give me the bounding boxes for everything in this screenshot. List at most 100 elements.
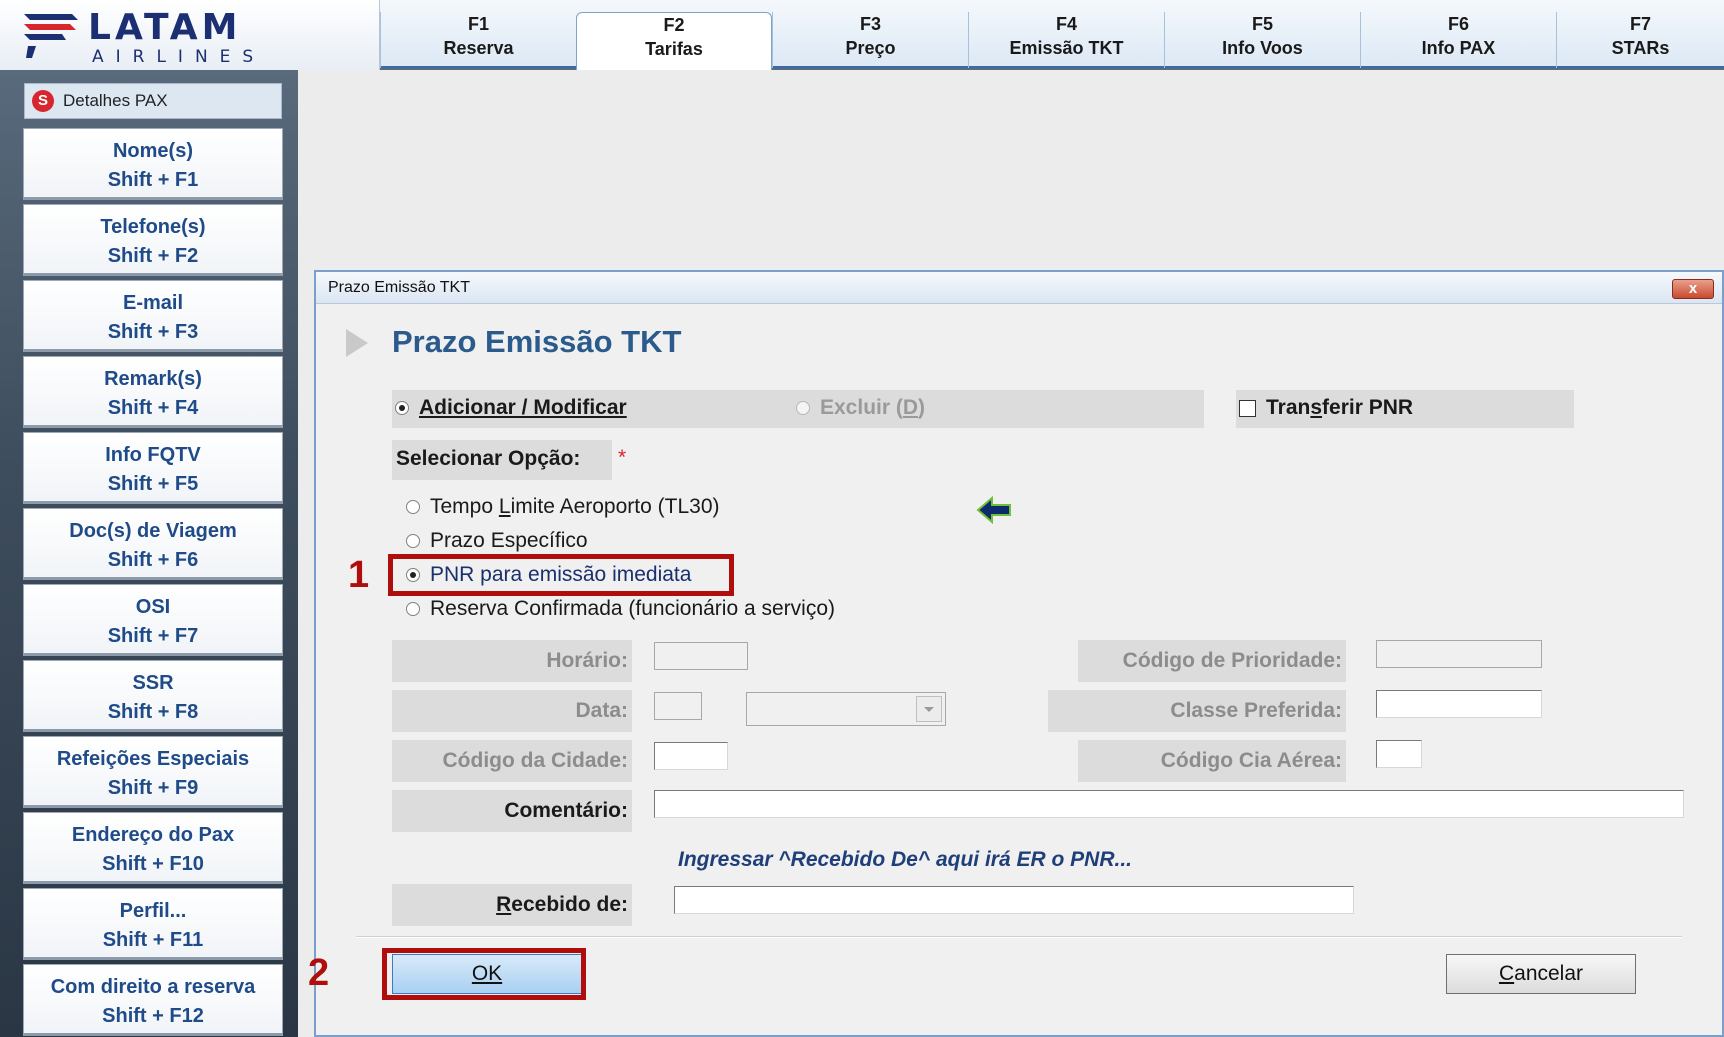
horario-label: Horário: [392, 640, 632, 682]
close-icon[interactable]: x [1672, 279, 1714, 299]
codigo-prioridade-field [1376, 640, 1542, 668]
codigo-cia-label: Código Cia Aérea: [1078, 740, 1346, 782]
required-mark: * [618, 446, 627, 469]
add-modify-radio[interactable] [395, 401, 409, 415]
step2-number: 2 [308, 952, 330, 994]
delete-label: Excluir (D) [820, 396, 925, 420]
data-day-field [654, 692, 702, 720]
sidebar-item-refeicoes[interactable]: Refeições Especiais Shift + F9 [23, 736, 283, 808]
tab-info-voos[interactable]: F5 Info Voos [1164, 12, 1360, 68]
recebido-field[interactable] [674, 886, 1354, 914]
tab-stars[interactable]: F7 STARs [1556, 12, 1724, 68]
sidebar-item-label: Telefone(s) [100, 216, 206, 238]
dropdown-button [916, 696, 942, 722]
latam-logo-icon [24, 14, 78, 58]
data-label: Data: [392, 690, 632, 732]
logo-wordmark: LATAM [88, 7, 242, 48]
add-modify-label: Adicionar / Modificar [419, 396, 627, 419]
cancel-rest: ancelar [1514, 962, 1584, 985]
horario-field [654, 642, 748, 670]
option-tl30-radio[interactable] [406, 500, 420, 514]
comentario-field[interactable] [654, 790, 1684, 818]
tab-info-pax[interactable]: F6 Info PAX [1360, 12, 1556, 68]
sidebar-item-shortcut: Shift + F5 [107, 473, 199, 495]
sidebar-item-label: E-mail [122, 292, 184, 314]
recebido-hint: Ingressar ^Recebido De^ aqui irá ER o PN… [678, 848, 1132, 871]
sidebar-item-label: Perfil... [119, 900, 187, 922]
select-option-label: Selecionar Opção: [396, 447, 581, 470]
sidebar-item-label: Doc(s) de Viagem [69, 520, 237, 542]
sidebar-item-shortcut: Shift + F3 [107, 321, 199, 343]
ticket-deadline-dialog: Prazo Emissão TKT x Prazo Emissão TKT Ad… [308, 270, 1724, 1037]
sidebar-item-nomes[interactable]: Nome(s) Shift + F1 [23, 128, 283, 200]
tab-preco[interactable]: F3 Preço [772, 12, 968, 68]
delete-label-post: ) [918, 396, 926, 419]
pax-details-icon: S [32, 90, 54, 112]
tab-key: F1 [467, 14, 489, 34]
transfer-pnr-checkbox[interactable] [1239, 400, 1256, 417]
delete-label-key: D [902, 396, 919, 419]
delete-label-pre: Excluir ( [820, 396, 903, 419]
transfer-pnr-label: Transferir PNR [1266, 396, 1413, 420]
sidebar-item-email[interactable]: E-mail Shift + F3 [23, 280, 283, 352]
sidebar-item-shortcut: Shift + F12 [102, 1005, 204, 1027]
tab-key: F3 [859, 14, 881, 34]
tab-label: STARs [1611, 38, 1670, 58]
sidebar-item-shortcut: Shift + F11 [102, 929, 204, 951]
sidebar-item-osi[interactable]: OSI Shift + F7 [23, 584, 283, 656]
sidebar-item-label: Endereço do Pax [71, 824, 235, 846]
sidebar-item-label: Refeições Especiais [56, 748, 250, 770]
tab-reserva[interactable]: F1 Reserva [380, 12, 576, 68]
option-confirmed-label: Reserva Confirmada (funcionário a serviç… [430, 597, 835, 620]
sidebar-item-label: Nome(s) [112, 140, 193, 162]
tab-emissao-tkt[interactable]: F4 Emissão TKT [968, 12, 1164, 68]
sidebar-header-label: Detalhes PAX [63, 91, 168, 110]
codigo-cidade-field[interactable] [654, 742, 728, 770]
sidebar-item-remarks[interactable]: Remark(s) Shift + F4 [23, 356, 283, 428]
codigo-prioridade-label: Código de Prioridade: [1078, 640, 1346, 682]
tab-key: F6 [1447, 14, 1469, 34]
sidebar-item-label: OSI [135, 596, 171, 618]
tab-label: Info Voos [1222, 38, 1303, 58]
recebido-rest: ecebido de: [511, 893, 628, 916]
arrow-left-icon [976, 496, 1011, 524]
sidebar-item-com-direito[interactable]: Com direito a reserva Shift + F12 [23, 964, 283, 1036]
codigo-cia-field[interactable] [1376, 740, 1422, 768]
sidebar-item-shortcut: Shift + F7 [107, 625, 199, 647]
tab-tarifas[interactable]: F2 Tarifas [576, 12, 772, 70]
option-tl30-key: L [498, 495, 511, 518]
option-specific-radio[interactable] [406, 534, 420, 548]
dialog-heading: Prazo Emissão TKT [392, 324, 682, 359]
sidebar-item-label: Info FQTV [105, 444, 201, 466]
sidebar-item-info-fqtv[interactable]: Info FQTV Shift + F5 [23, 432, 283, 504]
option-tl30-label: Tempo Limite Aeroporto (TL30) [430, 495, 720, 519]
sidebar-item-perfil[interactable]: Perfil... Shift + F11 [23, 888, 283, 960]
cancel-button[interactable]: Cancelar [1446, 954, 1636, 994]
sidebar-item-shortcut: Shift + F10 [102, 853, 204, 875]
step1-highlight-box [388, 554, 734, 596]
option-confirmed-radio[interactable] [406, 602, 420, 616]
sidebar-item-ssr[interactable]: SSR Shift + F8 [23, 660, 283, 732]
logo-area: LATAM AIRLINES [0, 0, 380, 70]
data-month-select [746, 692, 946, 726]
tab-label: Info PAX [1421, 38, 1496, 58]
sidebar-item-shortcut: Shift + F2 [107, 245, 199, 267]
sidebar-item-label: Com direito a reserva [50, 976, 256, 998]
step1-number: 1 [348, 554, 370, 596]
sidebar-item-label: SSR [132, 672, 174, 694]
chevron-down-icon [924, 707, 934, 712]
option-specific-label: Prazo Específico [430, 529, 588, 552]
sidebar-item-shortcut: Shift + F6 [107, 549, 199, 571]
option-tl30-post: imite Aeroporto (TL30) [510, 495, 720, 518]
classe-preferida-field[interactable] [1376, 690, 1542, 718]
recebido-key: R [496, 893, 512, 916]
tab-label: Preço [845, 38, 896, 58]
sidebar-item-telefones[interactable]: Telefone(s) Shift + F2 [23, 204, 283, 276]
divider [356, 936, 1682, 938]
sidebar-item-endereco[interactable]: Endereço do Pax Shift + F10 [23, 812, 283, 884]
delete-radio [796, 401, 810, 415]
sidebar-item-shortcut: Shift + F9 [107, 777, 199, 799]
sidebar-item-docs-viagem[interactable]: Doc(s) de Viagem Shift + F6 [23, 508, 283, 580]
logo-subtitle: AIRLINES [92, 47, 266, 67]
tab-key: F5 [1251, 14, 1273, 34]
